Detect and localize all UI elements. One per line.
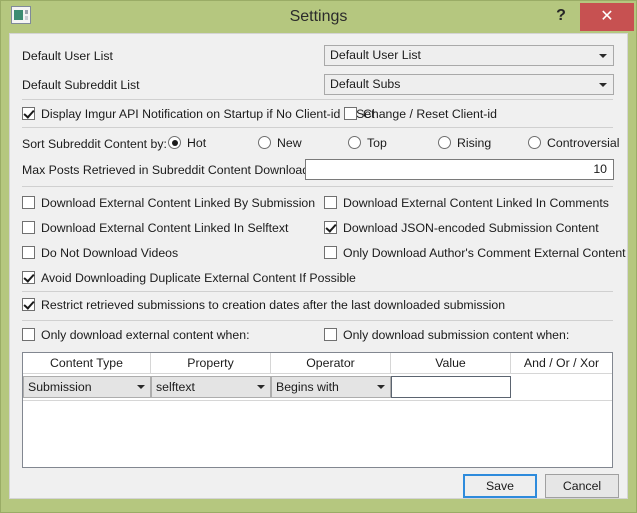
download-json-submission-label: Download JSON-encoded Submission Content [343,221,599,235]
download-external-in-selftext-checkbox[interactable]: Download External Content Linked In Self… [22,221,288,235]
avoid-duplicate-external-checkbox[interactable]: Avoid Downloading Duplicate External Con… [22,271,356,285]
column-header-conjunction[interactable]: And / Or / Xor [511,353,612,373]
checkbox-box [22,271,35,284]
checkbox-box [22,196,35,209]
max-posts-label: Max Posts Retrieved in Subreddit Content… [22,163,351,177]
filter-content-type-dropdown[interactable]: Submission [23,376,151,398]
filter-property-value: selftext [156,380,195,394]
only-author-comment-external-checkbox[interactable]: Only Download Author's Comment External … [324,246,626,260]
chevron-down-icon [377,385,385,389]
only-download-submission-when-checkbox[interactable]: Only download submission content when: [324,328,569,342]
chevron-down-icon [137,385,145,389]
restrict-creation-dates-label: Restrict retrieved submissions to creati… [41,298,506,312]
radio-circle [258,136,271,149]
column-header-value[interactable]: Value [391,353,511,373]
checkbox-box [324,328,337,341]
checkbox-box [324,196,337,209]
filter-grid[interactable]: Content Type Property Operator Value And… [22,352,613,468]
download-external-in-selftext-label: Download External Content Linked In Self… [41,221,289,235]
checkbox-box [324,246,337,259]
divider [22,186,613,187]
filter-grid-header: Content Type Property Operator Value And… [23,353,612,374]
do-not-download-videos-label: Do Not Download Videos [41,246,179,260]
column-header-content-type[interactable]: Content Type [23,353,151,373]
sort-radio-rising[interactable]: Rising [438,136,491,150]
filter-operator-dropdown[interactable]: Begins with [271,376,391,398]
download-json-submission-checkbox[interactable]: Download JSON-encoded Submission Content [324,221,599,235]
save-button[interactable]: Save [463,474,537,498]
grid-row-divider [23,400,612,401]
window-title: Settings [289,8,348,25]
sort-radio-rising-label: Rising [457,136,492,150]
checkbox-box [344,107,357,120]
only-author-comment-external-label: Only Download Author's Comment External … [343,246,626,260]
radio-circle [168,136,181,149]
chevron-down-icon [599,83,607,87]
sort-radio-controversial-label: Controversial [547,136,620,150]
checkbox-box [22,298,35,311]
display-imgur-notification-label: Display Imgur API Notification on Startu… [41,107,375,121]
settings-content: Default User List Default User List Defa… [9,33,628,499]
sort-radio-hot[interactable]: Hot [168,136,206,150]
checkbox-box [22,107,35,120]
sort-radio-hot-label: Hot [187,136,207,150]
change-reset-client-id-label: Change / Reset Client-id [363,107,497,121]
title-bar: Settings ? ✕ [1,1,636,33]
close-button[interactable]: ✕ [580,3,634,31]
only-download-external-when-label: Only download external content when: [41,328,250,342]
settings-window: Settings ? ✕ Default User List Default U… [0,0,637,513]
checkbox-box [22,221,35,234]
download-external-by-submission-label: Download External Content Linked By Subm… [41,196,316,210]
divider [22,291,613,292]
divider [22,127,613,128]
sort-radio-top[interactable]: Top [348,136,387,150]
restrict-creation-dates-checkbox[interactable]: Restrict retrieved submissions to creati… [22,298,505,312]
download-external-by-submission-checkbox[interactable]: Download External Content Linked By Subm… [22,196,315,210]
column-header-operator[interactable]: Operator [271,353,391,373]
filter-content-type-value: Submission [28,380,92,394]
filter-property-dropdown[interactable]: selftext [151,376,271,398]
change-reset-client-id-checkbox[interactable]: Change / Reset Client-id [344,107,497,121]
radio-circle [348,136,361,149]
default-subreddit-list-label: Default Subreddit List [22,78,140,92]
default-subreddit-list-dropdown[interactable]: Default Subs [324,74,614,95]
cancel-button[interactable]: Cancel [545,474,619,498]
radio-circle [528,136,541,149]
checkbox-box [324,221,337,234]
default-user-list-label: Default User List [22,49,113,63]
chevron-down-icon [257,385,265,389]
do-not-download-videos-checkbox[interactable]: Do Not Download Videos [22,246,178,260]
sort-radio-top-label: Top [367,136,387,150]
checkbox-box [22,246,35,259]
only-download-submission-when-label: Only download submission content when: [343,328,570,342]
chevron-down-icon [599,54,607,58]
sort-subreddit-label: Sort Subreddit Content by: [22,137,167,151]
only-download-external-when-checkbox[interactable]: Only download external content when: [22,328,250,342]
column-header-property[interactable]: Property [151,353,271,373]
default-user-list-value: Default User List [330,48,421,62]
help-button[interactable]: ? [546,1,576,31]
sort-radio-new-label: New [277,136,302,150]
divider [22,320,613,321]
filter-grid-row: Submission selftext Begins with [23,374,612,400]
display-imgur-notification-checkbox[interactable]: Display Imgur API Notification on Startu… [22,107,375,121]
filter-operator-value: Begins with [276,380,339,394]
download-external-in-comments-checkbox[interactable]: Download External Content Linked In Comm… [324,196,609,210]
radio-circle [438,136,451,149]
download-external-in-comments-label: Download External Content Linked In Comm… [343,196,609,210]
default-user-list-dropdown[interactable]: Default User List [324,45,614,66]
filter-value-input[interactable] [391,376,511,398]
checkbox-box [22,328,35,341]
avoid-duplicate-external-label: Avoid Downloading Duplicate External Con… [41,271,356,285]
default-subreddit-list-value: Default Subs [330,77,401,91]
sort-radio-new[interactable]: New [258,136,302,150]
divider [22,99,613,100]
max-posts-input[interactable]: 10 [305,159,614,180]
sort-radio-controversial[interactable]: Controversial [528,136,619,150]
